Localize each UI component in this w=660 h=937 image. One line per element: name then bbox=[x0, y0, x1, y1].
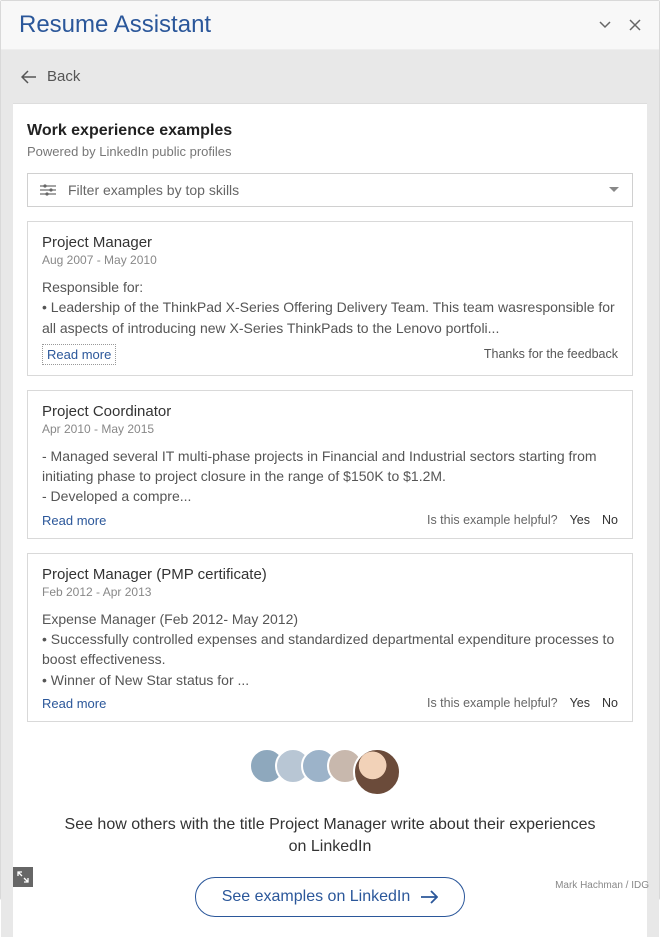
arrow-right-icon bbox=[420, 890, 438, 904]
job-description: Responsible for: • Leadership of the Thi… bbox=[42, 277, 618, 338]
read-more-link[interactable]: Read more bbox=[42, 696, 106, 711]
section-subtitle: Powered by LinkedIn public profiles bbox=[27, 144, 633, 159]
job-title: Project Manager bbox=[42, 234, 618, 251]
feedback-no[interactable]: No bbox=[602, 696, 618, 710]
job-title: Project Coordinator bbox=[42, 403, 618, 420]
cta-label: See examples on LinkedIn bbox=[222, 888, 411, 906]
dropdown-icon[interactable] bbox=[599, 19, 611, 31]
avatar bbox=[353, 748, 401, 796]
job-title: Project Manager (PMP certificate) bbox=[42, 566, 618, 583]
section-heading: Work experience examples bbox=[27, 122, 633, 140]
close-icon[interactable] bbox=[629, 19, 641, 31]
read-more-link[interactable]: Read more bbox=[42, 513, 106, 528]
cta-row: See examples on LinkedIn bbox=[27, 877, 633, 917]
titlebar: Resume Assistant bbox=[1, 1, 659, 50]
titlebar-actions bbox=[599, 19, 641, 31]
job-dates: Apr 2010 - May 2015 bbox=[42, 422, 618, 436]
back-label: Back bbox=[47, 68, 80, 85]
panel-body: Back Work experience examples Powered by… bbox=[1, 50, 659, 937]
example-card: Project Coordinator Apr 2010 - May 2015 … bbox=[27, 390, 633, 539]
read-more-link[interactable]: Read more bbox=[42, 344, 116, 365]
resume-assistant-panel: Resume Assistant Back Work experience ex… bbox=[0, 0, 660, 900]
back-button[interactable]: Back bbox=[13, 50, 647, 103]
chevron-down-icon bbox=[608, 184, 620, 196]
card-footer: Read more Is this example helpful? Yes N… bbox=[42, 696, 618, 711]
card-footer: Read more Thanks for the feedback bbox=[42, 344, 618, 365]
job-description: - Managed several IT multi-phase project… bbox=[42, 446, 618, 507]
content-area: Work experience examples Powered by Link… bbox=[13, 103, 647, 937]
arrow-left-icon bbox=[21, 70, 37, 84]
job-dates: Aug 2007 - May 2010 bbox=[42, 253, 618, 267]
avatar-stack bbox=[27, 748, 633, 796]
job-dates: Feb 2012 - Apr 2013 bbox=[42, 585, 618, 599]
feedback-row: Is this example helpful? Yes No bbox=[427, 513, 618, 527]
expand-icon[interactable] bbox=[13, 867, 33, 887]
example-card: Project Manager (PMP certificate) Feb 20… bbox=[27, 553, 633, 722]
example-card: Project Manager Aug 2007 - May 2010 Resp… bbox=[27, 221, 633, 376]
feedback-question: Is this example helpful? bbox=[427, 696, 558, 710]
panel-title: Resume Assistant bbox=[19, 11, 211, 39]
job-description: Expense Manager (Feb 2012- May 2012) • S… bbox=[42, 609, 618, 690]
feedback-thanks: Thanks for the feedback bbox=[484, 347, 618, 361]
feedback-yes[interactable]: Yes bbox=[570, 513, 590, 527]
filter-label: Filter examples by top skills bbox=[68, 182, 239, 198]
see-examples-button[interactable]: See examples on LinkedIn bbox=[195, 877, 466, 917]
card-footer: Read more Is this example helpful? Yes N… bbox=[42, 513, 618, 528]
feedback-no[interactable]: No bbox=[602, 513, 618, 527]
feedback-yes[interactable]: Yes bbox=[570, 696, 590, 710]
feedback-question: Is this example helpful? bbox=[427, 513, 558, 527]
linkedin-tagline: See how others with the title Project Ma… bbox=[57, 814, 603, 859]
filter-dropdown[interactable]: Filter examples by top skills bbox=[27, 173, 633, 207]
sliders-icon bbox=[40, 183, 56, 197]
feedback-row: Is this example helpful? Yes No bbox=[427, 696, 618, 710]
image-credit: Mark Hachman / IDG bbox=[555, 880, 649, 891]
